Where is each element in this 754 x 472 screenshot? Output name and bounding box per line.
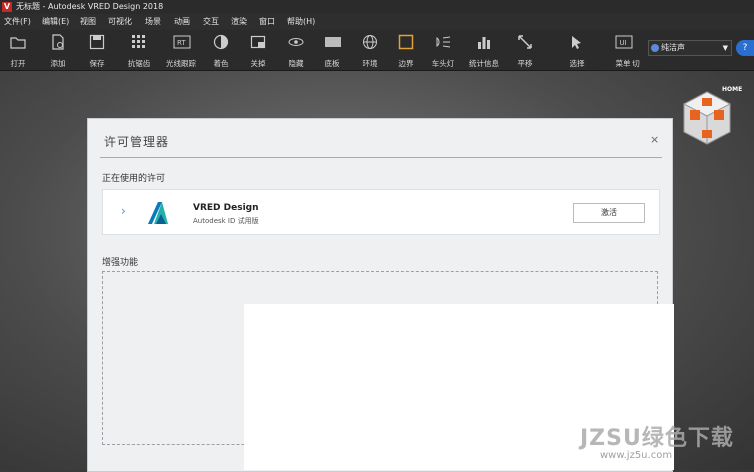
toolbar-statistics-button[interactable]: 统计信息 bbox=[464, 32, 504, 68]
chevron-down-icon: ▼ bbox=[722, 44, 728, 52]
toolbar-label: 光线跟踪 bbox=[166, 59, 196, 68]
toolbar-label: 边界 bbox=[398, 59, 414, 68]
toolbar-label: 选择 bbox=[569, 59, 585, 68]
user-name: 纯洁声 bbox=[661, 43, 685, 52]
section-in-use-heading: 正在使用的许可 bbox=[102, 174, 166, 184]
toolbar-label: 关掉 bbox=[250, 59, 266, 68]
license-detail: Autodesk ID 试用版 bbox=[193, 217, 259, 225]
product-name: VRED Design bbox=[193, 203, 259, 213]
toolbar-open-button[interactable]: 打开 bbox=[2, 32, 34, 68]
help-button[interactable]: ? bbox=[736, 40, 754, 56]
license-card: › VRED Design Autodesk ID 试用版 激活 bbox=[102, 189, 660, 235]
add-file-icon bbox=[50, 34, 66, 50]
window-icon bbox=[250, 34, 266, 50]
toolbar-shading-button[interactable]: 着色 bbox=[206, 32, 236, 68]
toolbar-label: 底板 bbox=[324, 59, 340, 68]
activate-button[interactable]: 激活 bbox=[573, 203, 645, 223]
section-enhancements-heading: 增强功能 bbox=[102, 258, 139, 268]
main-toolbar: 打开 添加 保存 抗锯齿 RT 光线跟踪 着色 关掉 隐藏 底板 环境 边界 车… bbox=[0, 30, 754, 71]
toolbar-label: 切 bbox=[632, 59, 640, 68]
toolbar-toggle-button[interactable]: 切 bbox=[628, 32, 644, 68]
select-icon bbox=[569, 34, 585, 50]
toolbar-raytracing-button[interactable]: RT 光线跟踪 bbox=[160, 32, 202, 68]
toolbar-label: 抗锯齿 bbox=[127, 59, 151, 68]
window-title: 无标题 - Autodesk VRED Design 2018 bbox=[16, 2, 164, 11]
menu-view[interactable]: 视图 bbox=[80, 14, 96, 30]
environment-icon bbox=[362, 34, 378, 50]
toolbar-pan-button[interactable]: 平移 bbox=[510, 32, 540, 68]
save-icon bbox=[89, 34, 105, 50]
statistics-icon bbox=[476, 34, 492, 50]
chevron-right-icon[interactable]: › bbox=[121, 204, 126, 218]
toolbar-label: 平移 bbox=[517, 59, 533, 68]
toolbar-label: 打开 bbox=[10, 59, 26, 68]
toolbar-ground-button[interactable]: 底板 bbox=[318, 32, 346, 68]
toolbar-add-button[interactable]: 添加 bbox=[42, 32, 74, 68]
menu-animation[interactable]: 动画 bbox=[174, 14, 190, 30]
toolbar-antialiasing-button[interactable]: 抗锯齿 bbox=[122, 32, 156, 68]
toolbar-label: 环境 bbox=[362, 59, 378, 68]
toolbar-headlight-button[interactable]: 车头灯 bbox=[426, 32, 460, 68]
watermark-brand: JZSU绿色下载 bbox=[580, 426, 734, 451]
menu-window[interactable]: 窗口 bbox=[259, 14, 275, 30]
open-folder-icon bbox=[10, 34, 26, 50]
eye-icon bbox=[288, 34, 304, 50]
antialiasing-icon bbox=[131, 34, 147, 50]
title-bar: V 无标题 - Autodesk VRED Design 2018 bbox=[0, 0, 754, 14]
watermark-url: www.jz5u.com bbox=[600, 450, 673, 461]
toolbar-environment-button[interactable]: 环境 bbox=[356, 32, 384, 68]
toolbar-window-button[interactable]: 关掉 bbox=[244, 32, 272, 68]
menu-edit[interactable]: 编辑(E) bbox=[42, 14, 69, 30]
toolbar-label: 保存 bbox=[89, 59, 105, 68]
toolbar-select-button[interactable]: 选择 bbox=[562, 32, 592, 68]
divider bbox=[100, 157, 662, 158]
toolbar-label: 添加 bbox=[50, 59, 66, 68]
bounds-icon bbox=[398, 34, 414, 50]
toolbar-bounds-button[interactable]: 边界 bbox=[392, 32, 420, 68]
ground-icon bbox=[324, 34, 341, 50]
pan-icon bbox=[517, 34, 533, 50]
toolbar-label: 着色 bbox=[213, 59, 229, 68]
close-icon[interactable]: × bbox=[650, 133, 659, 146]
toolbar-label: 统计信息 bbox=[469, 59, 499, 68]
app-logo-icon: V bbox=[2, 2, 12, 12]
svg-text:RT: RT bbox=[177, 39, 186, 47]
menu-file[interactable]: 文件(F) bbox=[4, 14, 31, 30]
svg-text:UI: UI bbox=[620, 39, 627, 47]
user-icon bbox=[651, 44, 659, 52]
watermark: JZSU绿色下载 www.jz5u.com bbox=[580, 420, 752, 468]
menu-help[interactable]: 帮助(H) bbox=[287, 14, 315, 30]
user-account-dropdown[interactable]: 纯洁声 ▼ bbox=[648, 40, 732, 56]
menu-render[interactable]: 渲染 bbox=[231, 14, 247, 30]
menu-visualization[interactable]: 可视化 bbox=[108, 14, 132, 30]
toolbar-hide-button[interactable]: 隐藏 bbox=[282, 32, 310, 68]
home-label[interactable]: HOME bbox=[722, 86, 742, 93]
menu-scene[interactable]: 场景 bbox=[145, 14, 161, 30]
raytracing-icon: RT bbox=[173, 34, 191, 50]
shading-icon bbox=[213, 34, 229, 50]
menu-bar: 文件(F) 编辑(E) 视图 可视化 场景 动画 交互 渲染 窗口 帮助(H) bbox=[0, 14, 754, 30]
menu-interaction[interactable]: 交互 bbox=[203, 14, 219, 30]
autodesk-logo-icon bbox=[145, 200, 171, 226]
toolbar-save-button[interactable]: 保存 bbox=[82, 32, 112, 68]
dialog-title: 许可管理器 bbox=[104, 135, 170, 149]
headlight-icon bbox=[435, 34, 451, 50]
navigation-cube[interactable] bbox=[680, 90, 734, 146]
toolbar-label: 隐藏 bbox=[288, 59, 304, 68]
toolbar-label: 车头灯 bbox=[431, 59, 455, 68]
